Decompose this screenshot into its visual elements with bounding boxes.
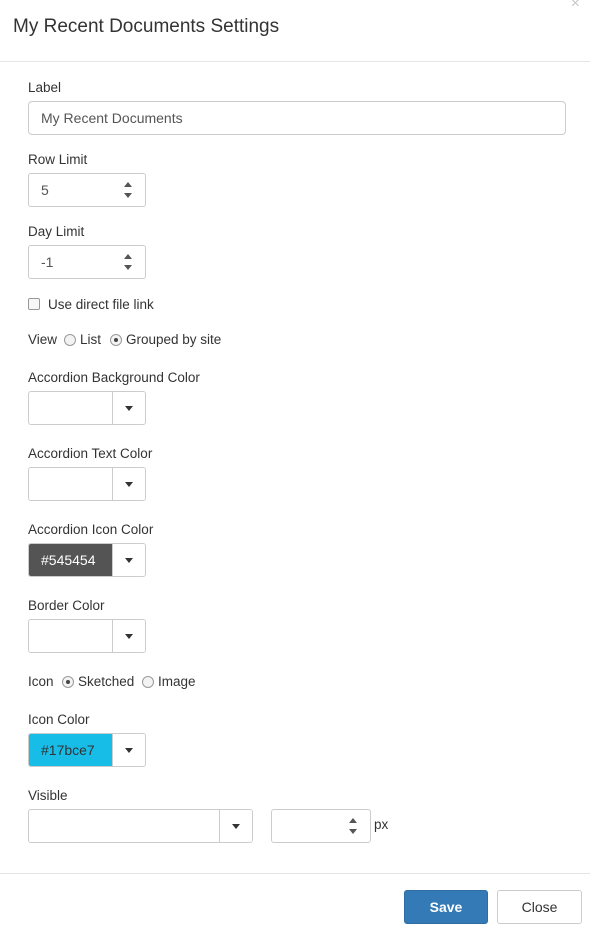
- day-limit-input[interactable]: -1: [28, 245, 146, 279]
- px-unit-label: px: [374, 817, 389, 832]
- spin-up-icon[interactable]: [124, 254, 132, 259]
- icon-color-dropdown-button[interactable]: [112, 734, 145, 766]
- spin-down-icon[interactable]: [124, 193, 132, 198]
- accordion-text-swatch[interactable]: [29, 468, 113, 500]
- border-color-dropdown-button[interactable]: [112, 620, 145, 652]
- border-color-picker[interactable]: [28, 619, 146, 653]
- visible-px-spinner[interactable]: [348, 818, 358, 834]
- caret-down-icon: [125, 748, 133, 753]
- accordion-icon-picker[interactable]: #545454: [28, 543, 146, 577]
- accordion-bg-dropdown-button[interactable]: [112, 392, 145, 424]
- caret-down-icon: [125, 558, 133, 563]
- dialog-header: My Recent Documents Settings ×: [0, 0, 590, 62]
- icon-label: Icon: [28, 674, 54, 689]
- dialog-title: My Recent Documents Settings: [13, 16, 280, 37]
- accordion-text-dropdown-button[interactable]: [112, 468, 145, 500]
- day-limit-value: -1: [41, 254, 54, 270]
- close-icon[interactable]: ×: [571, 0, 580, 12]
- accordion-icon-dropdown-button[interactable]: [112, 544, 145, 576]
- row-limit-label: Row Limit: [28, 152, 88, 167]
- row-limit-input[interactable]: 5: [28, 173, 146, 207]
- direct-link-label: Use direct file link: [48, 297, 154, 312]
- caret-down-icon: [125, 406, 133, 411]
- accordion-bg-swatch[interactable]: [29, 392, 113, 424]
- row-limit-value: 5: [41, 182, 49, 198]
- spin-up-icon[interactable]: [349, 818, 357, 823]
- icon-image-label[interactable]: Image: [158, 674, 196, 689]
- accordion-icon-label: Accordion Icon Color: [28, 522, 154, 537]
- spin-down-icon[interactable]: [349, 829, 357, 834]
- visible-select-value[interactable]: [29, 810, 220, 842]
- view-grouped-label[interactable]: Grouped by site: [126, 332, 221, 347]
- accordion-text-label: Accordion Text Color: [28, 446, 153, 461]
- save-button[interactable]: Save: [404, 890, 488, 924]
- label-field-label: Label: [28, 80, 62, 95]
- icon-sketched-radio[interactable]: [62, 676, 74, 688]
- border-color-swatch[interactable]: [29, 620, 113, 652]
- label-input[interactable]: My Recent Documents: [28, 101, 566, 135]
- icon-color-swatch[interactable]: #17bce7: [29, 734, 113, 766]
- icon-sketched-label[interactable]: Sketched: [78, 674, 134, 689]
- caret-down-icon: [232, 824, 240, 829]
- visible-label: Visible: [28, 788, 68, 803]
- caret-down-icon: [125, 482, 133, 487]
- icon-image-radio[interactable]: [142, 676, 154, 688]
- icon-color-picker[interactable]: #17bce7: [28, 733, 146, 767]
- spin-up-icon[interactable]: [124, 182, 132, 187]
- accordion-icon-swatch[interactable]: #545454: [29, 544, 113, 576]
- view-list-radio[interactable]: [64, 334, 76, 346]
- accordion-bg-label: Accordion Background Color: [28, 370, 200, 385]
- accordion-bg-picker[interactable]: [28, 391, 146, 425]
- row-limit-spinner[interactable]: [123, 182, 133, 198]
- close-button[interactable]: Close: [497, 890, 582, 924]
- day-limit-spinner[interactable]: [123, 254, 133, 270]
- visible-dropdown-button[interactable]: [219, 810, 252, 842]
- visible-px-input[interactable]: [271, 809, 371, 843]
- icon-color-label: Icon Color: [28, 712, 90, 727]
- day-limit-label: Day Limit: [28, 224, 85, 239]
- border-color-label: Border Color: [28, 598, 105, 613]
- visible-select[interactable]: [28, 809, 253, 843]
- caret-down-icon: [125, 634, 133, 639]
- accordion-text-picker[interactable]: [28, 467, 146, 501]
- dialog-footer: Save Close: [0, 873, 590, 935]
- view-grouped-radio[interactable]: [110, 334, 122, 346]
- view-label: View: [28, 332, 58, 347]
- spin-down-icon[interactable]: [124, 265, 132, 270]
- direct-link-checkbox[interactable]: [28, 298, 40, 310]
- view-list-label[interactable]: List: [80, 332, 101, 347]
